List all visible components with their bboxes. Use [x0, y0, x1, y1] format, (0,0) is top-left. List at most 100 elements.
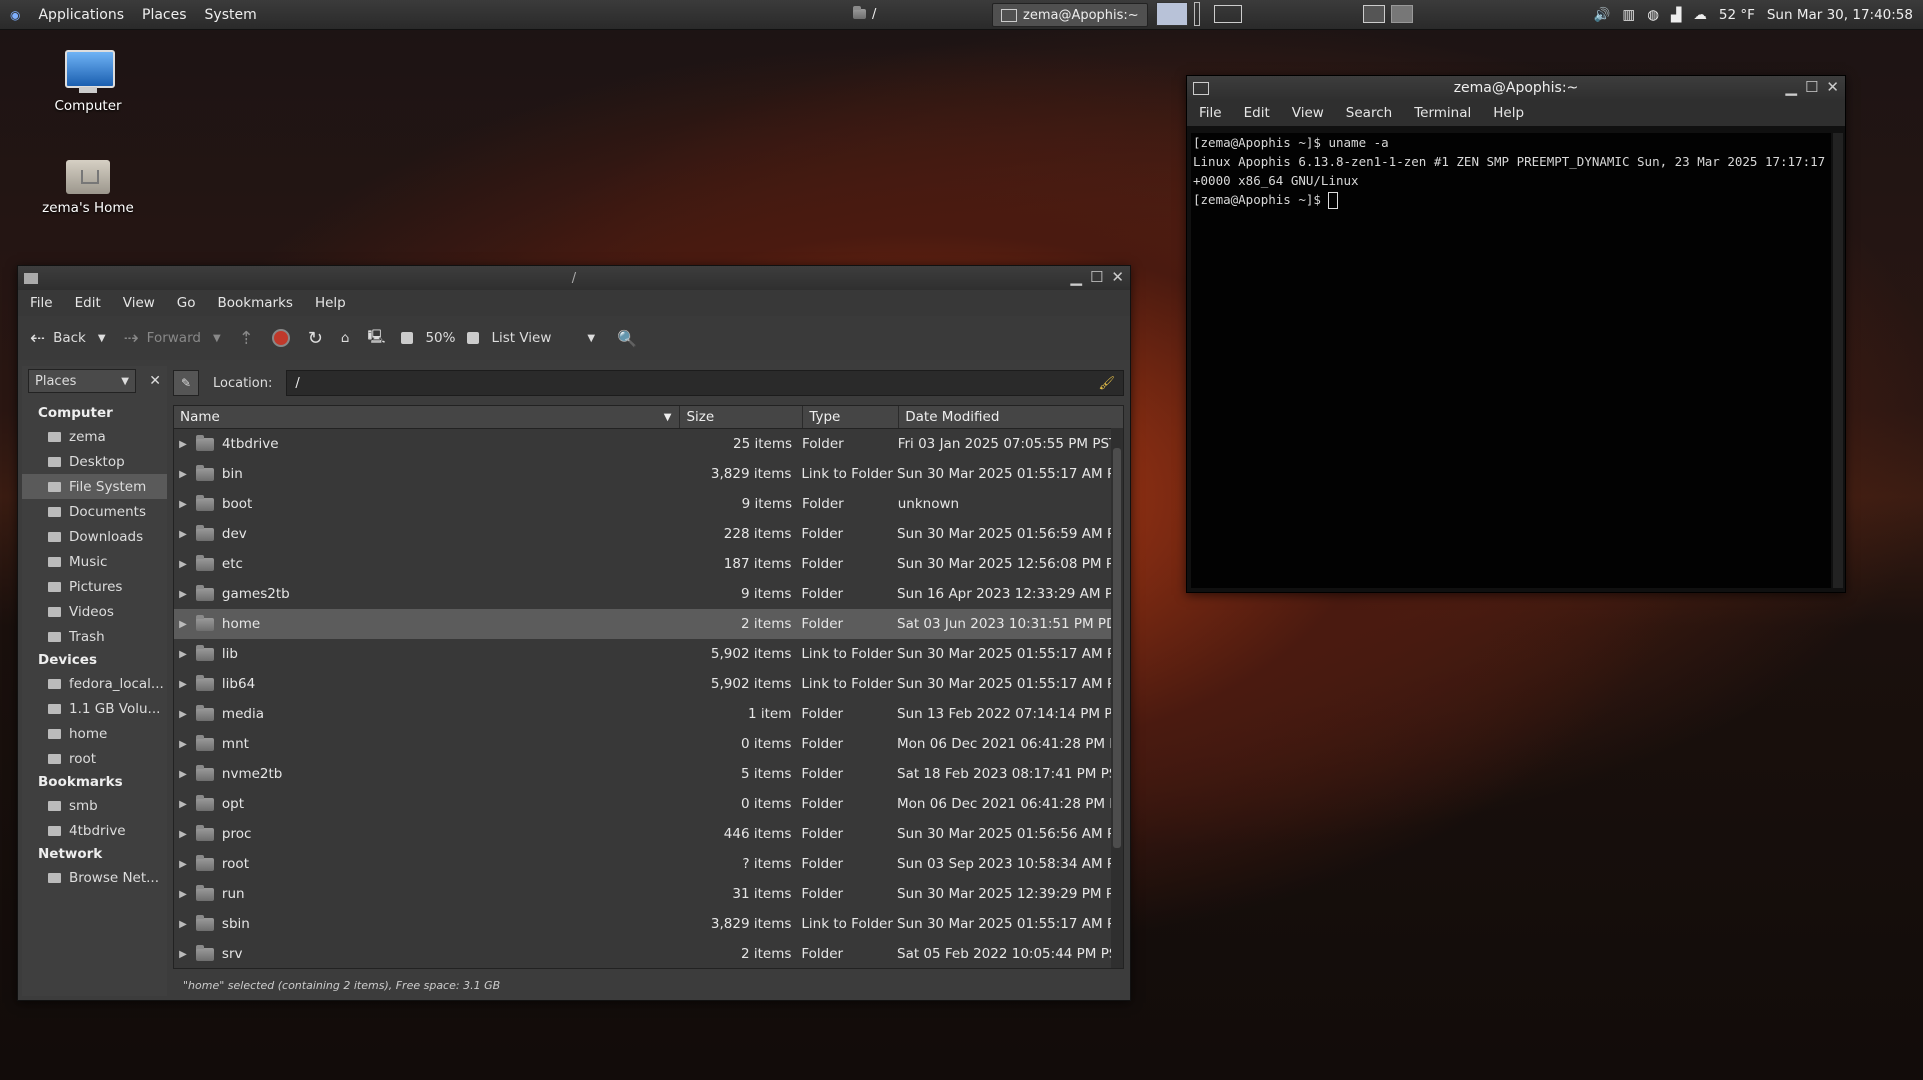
zoom-level[interactable]: 50% [425, 330, 455, 346]
expander-icon[interactable]: ▶ [174, 949, 192, 960]
minimize-button[interactable]: ▁ [1785, 78, 1797, 96]
zoom-out-icon[interactable] [401, 332, 414, 344]
menu-view[interactable]: View [123, 295, 155, 311]
expander-icon[interactable]: ▶ [174, 799, 192, 810]
vertical-scrollbar[interactable] [1111, 428, 1123, 968]
table-row[interactable]: ▶ home 2 items Folder Sat 03 Jun 2023 10:31:… [174, 609, 1123, 639]
expander-icon[interactable]: ▶ [174, 739, 192, 750]
distro-logo-icon[interactable]: ◉ [10, 8, 20, 22]
workspace-switcher[interactable] [1355, 3, 1421, 25]
volume-icon[interactable]: 🔊 [1594, 7, 1611, 23]
menu-go[interactable]: Go [177, 295, 196, 311]
expander-icon[interactable]: ▶ [174, 769, 192, 780]
expander-icon[interactable]: ▶ [174, 529, 192, 540]
window-placeholder-icon[interactable] [1194, 2, 1200, 26]
sidebar-item[interactable]: Music [22, 549, 167, 574]
terminal-output[interactable]: [zema@Apophis ~]$ uname -a Linux Apophis … [1191, 133, 1831, 588]
menu-search[interactable]: Search [1346, 105, 1392, 121]
sidebar-item[interactable]: zema [22, 424, 167, 449]
panel-menu-applications[interactable]: Applications [38, 7, 124, 23]
app-launcher-icon[interactable] [1156, 2, 1188, 26]
expander-icon[interactable]: ▶ [174, 649, 192, 660]
table-row[interactable]: ▶ boot 9 items Folder unknown [174, 489, 1123, 519]
column-name[interactable]: Name ▼ [174, 406, 681, 428]
menu-terminal[interactable]: Terminal [1414, 105, 1471, 121]
menu-bookmarks[interactable]: Bookmarks [218, 295, 293, 311]
expander-icon[interactable]: ▶ [174, 859, 192, 870]
view-mode-select[interactable]: List View ▼ [491, 330, 595, 346]
table-row[interactable]: ▶ srv 2 items Folder Sat 05 Feb 2022 10:05:4… [174, 939, 1123, 968]
sidebar-item[interactable]: Documents [22, 499, 167, 524]
sidebar-item[interactable]: Videos [22, 599, 167, 624]
expander-icon[interactable]: ▶ [174, 589, 192, 600]
search-icon[interactable]: 🔍 [617, 329, 637, 348]
location-input[interactable]: / 🖌 [286, 370, 1124, 396]
workspace-2-icon[interactable] [1391, 5, 1413, 23]
sidebar-item[interactable]: home [22, 721, 167, 746]
column-date-modified[interactable]: Date Modified [899, 406, 1123, 428]
sidebar-item[interactable]: root [22, 746, 167, 771]
sidebar-item[interactable]: 4tbdrive [22, 818, 167, 843]
menu-help[interactable]: Help [1493, 105, 1524, 121]
sidebar-item[interactable]: smb [22, 793, 167, 818]
sidebar-item[interactable]: Trash [22, 624, 167, 649]
taskbar-item-file-manager[interactable]: / [845, 3, 884, 25]
forward-button[interactable]: ⇢ Forward [124, 328, 201, 349]
close-button[interactable]: ✕ [1826, 78, 1839, 96]
table-row[interactable]: ▶ etc 187 items Folder Sun 30 Mar 2025 12:56… [174, 549, 1123, 579]
sidebar-dropdown[interactable]: Places ▼ [28, 369, 136, 393]
computer-icon[interactable]: 🖳 [367, 327, 385, 350]
menu-edit[interactable]: Edit [1244, 105, 1270, 121]
sidebar-item[interactable]: File System [22, 474, 167, 499]
network-signal-icon[interactable]: ▟ [1671, 7, 1681, 23]
expander-icon[interactable]: ▶ [174, 499, 192, 510]
sidebar-item[interactable]: Desktop [22, 449, 167, 474]
back-button[interactable]: ⇠ Back [30, 328, 86, 349]
expander-icon[interactable]: ▶ [174, 439, 192, 450]
expander-icon[interactable]: ▶ [174, 709, 192, 720]
table-row[interactable]: ▶ nvme2tb 5 items Folder Sat 18 Feb 2023 08:… [174, 759, 1123, 789]
table-row[interactable]: ▶ 4tbdrive 25 items Folder Fri 03 Jan 2025 0… [174, 429, 1123, 459]
expander-icon[interactable]: ▶ [174, 469, 192, 480]
menu-file[interactable]: File [30, 295, 53, 311]
table-row[interactable]: ▶ opt 0 items Folder Mon 06 Dec 2021 06:41:2… [174, 789, 1123, 819]
panel-menu-system[interactable]: System [205, 7, 257, 23]
scrollbar-thumb[interactable] [1113, 448, 1121, 848]
table-row[interactable]: ▶ media 1 item Folder Sun 13 Feb 2022 07:14:… [174, 699, 1123, 729]
table-row[interactable]: ▶ mnt 0 items Folder Mon 06 Dec 2021 06:41:2… [174, 729, 1123, 759]
stop-icon[interactable] [271, 329, 290, 347]
expander-icon[interactable]: ▶ [174, 919, 192, 930]
expander-icon[interactable]: ▶ [174, 679, 192, 690]
sidebar-item[interactable]: Browse Net... [22, 865, 167, 890]
table-row[interactable]: ▶ root ? items Folder Sun 03 Sep 2023 10:58:… [174, 849, 1123, 879]
table-row[interactable]: ▶ run 31 items Folder Sun 30 Mar 2025 12:39:… [174, 879, 1123, 909]
back-history-dropdown-icon[interactable]: ▼ [98, 333, 106, 344]
maximize-button[interactable]: ☐ [1805, 78, 1818, 96]
zoom-in-icon[interactable] [467, 332, 480, 344]
terminal-scrollbar[interactable] [1833, 133, 1843, 588]
weather-temperature[interactable]: 52 °F [1719, 7, 1755, 23]
clock[interactable]: Sun Mar 30, 17:40:58 [1767, 7, 1913, 23]
edit-location-button[interactable]: ✎ [173, 370, 199, 396]
home-folder-icon[interactable]: ⌂ [341, 330, 350, 346]
table-row[interactable]: ▶ lib64 5,902 items Link to Folder Sun 30 Ma… [174, 669, 1123, 699]
system-monitor-icon[interactable]: ▥ [1622, 7, 1635, 23]
column-type[interactable]: Type [803, 406, 900, 428]
close-sidebar-icon[interactable]: ✕ [149, 373, 161, 389]
clear-location-icon[interactable]: 🖌 [1098, 376, 1115, 391]
maximize-button[interactable]: ☐ [1090, 268, 1103, 286]
workspace-1-icon[interactable] [1363, 5, 1385, 23]
reload-icon[interactable]: ↻ [308, 328, 323, 349]
table-row[interactable]: ▶ games2tb 9 items Folder Sun 16 Apr 2023 12… [174, 579, 1123, 609]
sidebar-item[interactable]: 1.1 GB Volu... [22, 696, 167, 721]
menu-edit[interactable]: Edit [75, 295, 101, 311]
minimize-button[interactable]: ▁ [1070, 268, 1082, 286]
table-row[interactable]: ▶ bin 3,829 items Link to Folder Sun 30 Mar … [174, 459, 1123, 489]
column-size[interactable]: Size [680, 406, 804, 428]
table-row[interactable]: ▶ sbin 3,829 items Link to Folder Sun 30 Mar… [174, 909, 1123, 939]
menu-view[interactable]: View [1292, 105, 1324, 121]
expander-icon[interactable]: ▶ [174, 619, 192, 630]
terminal-titlebar[interactable]: zema@Apophis:~ ▁ ☐ ✕ [1187, 76, 1845, 100]
sidebar-item[interactable]: Pictures [22, 574, 167, 599]
desktop-icon-computer[interactable]: Computer [28, 50, 148, 114]
